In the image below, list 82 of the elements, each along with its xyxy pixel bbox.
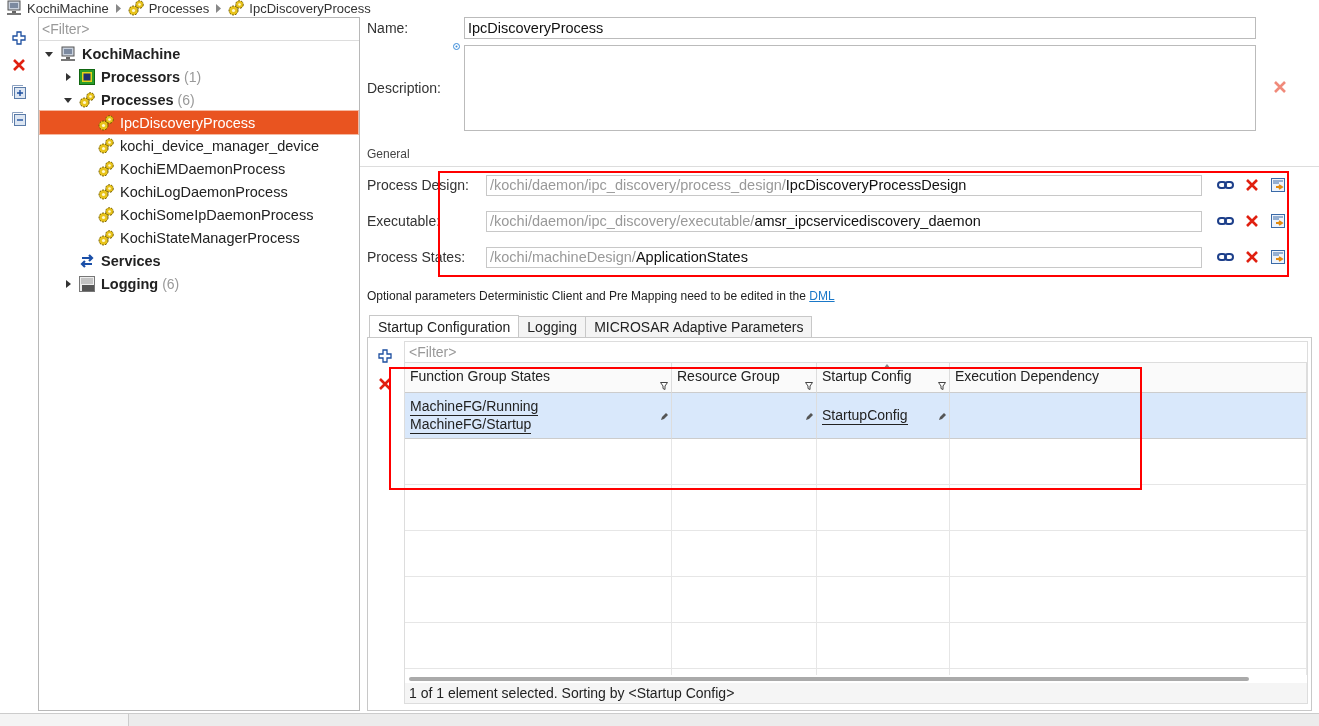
section-title: General [367,147,410,161]
tree-item[interactable]: Processes (6) [40,88,358,111]
delete-icon[interactable] [12,58,26,72]
status-text: 1 of 1 element selected. Sorting by <Startup Config> [405,683,1307,703]
expand-arrow-icon[interactable] [63,278,73,289]
reference-link[interactable]: StartupConfig [822,406,908,425]
chevron-icon [114,3,122,13]
reference-link[interactable]: MachineFG/Startup [410,415,532,434]
navigate-icon[interactable] [1270,249,1286,265]
reference-field[interactable]: /kochi/machineDesign/ApplicationStates [486,246,1202,268]
collapse-all-icon[interactable] [12,112,26,126]
table-cell[interactable]: MachineFG/Running MachineFG/Startup [405,393,672,439]
description-field[interactable] [464,45,1256,131]
remove-icon[interactable] [1245,178,1259,192]
tree-item[interactable]: IpcDiscoveryProcess [40,111,358,134]
tree-item[interactable]: KochiMachine [40,42,358,65]
gears-icon [98,160,114,177]
gears-icon [127,0,144,16]
horizontal-scrollbar[interactable] [409,677,1249,681]
tab[interactable]: Startup Configuration [369,315,520,337]
dml-link[interactable]: DML [809,289,835,303]
gears-icon [228,0,245,16]
expand-arrow-icon[interactable] [63,71,73,82]
field-label: Executable: [367,213,442,229]
note-text: Optional parameters Deterministic Client and Pre Mapping need to be edited in the DML [367,289,835,303]
column-header[interactable]: Resource Group [672,363,817,393]
gears-icon [79,91,95,108]
tree-item[interactable]: Logging (6) [40,272,358,295]
field-label: Description: [367,80,442,96]
computer-icon [6,0,22,16]
pencil-icon[interactable] [938,413,946,421]
tree-item[interactable]: Services [40,249,358,272]
field-label: Name: [367,20,410,36]
link-icon[interactable] [1217,216,1234,226]
link-icon[interactable] [1217,180,1234,190]
reference-field[interactable]: /kochi/daemon/ipc_discovery/executable/amsr_ipcservicediscovery_daemon [486,210,1202,232]
swap-arrows-icon [79,252,95,269]
table-cell[interactable]: StartupConfig [817,393,950,439]
gears-icon [98,206,114,223]
pencil-icon[interactable] [805,413,813,421]
breadcrumb-item[interactable]: IpcDiscoveryProcess [249,0,371,16]
column-header[interactable]: Startup Config [817,363,950,393]
reference-link[interactable]: MachineFG/Running [410,397,539,416]
navigate-icon[interactable] [1270,213,1286,229]
tree-item[interactable]: KochiStateManagerProcess [40,226,358,249]
navigate-icon[interactable] [1270,177,1286,193]
gears-icon [98,137,114,154]
add-icon[interactable] [12,31,26,45]
sort-icon [883,364,891,369]
tab[interactable]: Logging [518,316,587,337]
table-cell[interactable] [672,393,817,439]
tree-item[interactable]: Processors (1) [40,65,358,88]
column-header[interactable]: Function Group States [405,363,672,393]
gears-icon [98,183,114,200]
log-icon [79,275,95,292]
reference-field[interactable]: /kochi/daemon/ipc_discovery/process_design/IpcDiscoveryProcessDesign [486,174,1202,196]
tree-item[interactable]: kochi_device_manager_device [40,134,358,157]
info-icon [453,43,460,50]
filter-icon[interactable] [805,382,813,390]
delete-icon[interactable] [378,377,392,391]
filter-icon[interactable] [938,382,946,390]
remove-icon[interactable] [1245,214,1259,228]
column-header[interactable]: Execution Dependency [950,363,1307,393]
tree-item[interactable]: KochiLogDaemonProcess [40,180,358,203]
tree-item[interactable]: KochiSomeIpDaemonProcess [40,203,358,226]
expand-all-icon[interactable] [12,85,26,99]
filter-icon[interactable] [660,382,668,390]
link-icon[interactable] [1217,252,1234,262]
computer-icon [60,45,76,62]
tab[interactable]: MICROSAR Adaptive Parameters [585,316,813,337]
table-cell[interactable] [950,393,1307,439]
chip-icon [79,68,95,85]
breadcrumb-item[interactable]: KochiMachine [27,0,109,16]
tree-item[interactable]: KochiEMDaemonProcess [40,157,358,180]
name-field[interactable]: IpcDiscoveryProcess [464,17,1256,39]
remove-icon[interactable] [1245,250,1259,264]
add-icon[interactable] [378,349,392,363]
gears-icon [98,229,114,246]
breadcrumb-item[interactable]: Processes [148,0,210,16]
chevron-icon [215,3,223,13]
pencil-icon[interactable] [660,413,668,421]
gears-icon [98,114,114,131]
